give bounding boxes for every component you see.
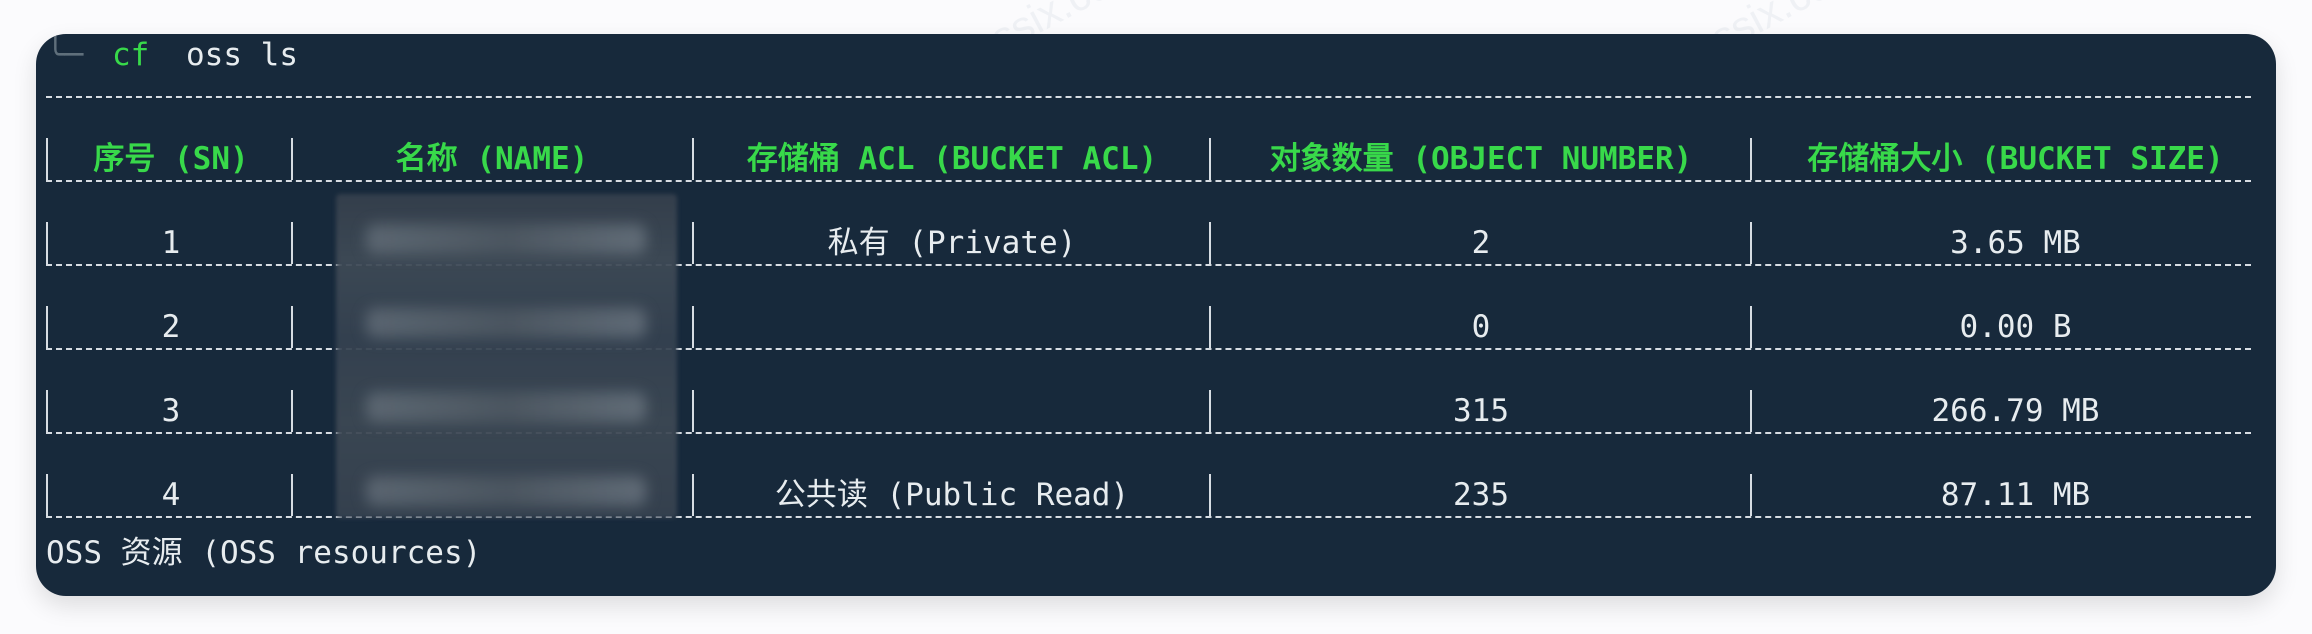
prompt-branch: ╰─ [46,37,84,73]
table-column-border [692,474,694,516]
header-bucket-size: 存储桶大小 (BUCKET SIZE) [1807,141,2224,177]
row-1-name [312,222,672,264]
screenshot-page: wiki.teamssix.com wiki.teamssix.com wiki… [0,0,2312,634]
table-column-border [1750,474,1752,516]
table-column-border [291,390,293,432]
table-column-border [291,222,293,264]
row-3-bucket-size: 266.79 MB [1931,393,2100,429]
row-2-acl [712,306,1192,348]
row-2-object-number: 0 [1471,309,1491,345]
row-2-name [312,306,672,348]
table-column-border [1209,390,1211,432]
terminal-content: ╰─ cf oss ls 序号 (SN) 名称 (NAME) 存储桶 ACL (… [46,34,2266,596]
row-4-acl: 公共读 (Public Read) [774,477,1130,513]
table-column-border [291,474,293,516]
row-1-bucket-size: 3.65 MB [1950,225,2081,261]
table-header-divider [46,180,2251,182]
row-1-acl: 私有 (Private) [827,225,1077,261]
row-1-sn: 1 [161,225,181,261]
table-column-border [1750,138,1752,180]
table-top-border [46,96,2251,98]
command-arguments: oss ls [186,37,298,73]
table-column-border [1209,474,1211,516]
row-3-sn: 3 [161,393,181,429]
table-column-border [291,138,293,180]
row-4-bucket-size: 87.11 MB [1940,477,2091,513]
command-line: ╰─ cf oss ls [46,34,298,76]
table-column-border [46,222,48,264]
table-column-border [692,138,694,180]
table-column-border [1750,306,1752,348]
table-column-border [692,306,694,348]
row-3-name [312,390,672,432]
command-name: cf [112,37,150,73]
header-object-number: 对象数量 (OBJECT NUMBER) [1269,141,1693,177]
table-column-border [1209,222,1211,264]
terminal-window: ╰─ cf oss ls 序号 (SN) 名称 (NAME) 存储桶 ACL (… [36,34,2276,596]
header-bucket-acl: 存储桶 ACL (BUCKET ACL) [746,141,1158,177]
row-2-sn: 2 [161,309,181,345]
table-column-border [1209,306,1211,348]
row-4-name [312,474,672,516]
row-1-object-number: 2 [1471,225,1491,261]
row-4-object-number: 235 [1453,477,1509,513]
table-column-border [46,306,48,348]
table-column-border [692,390,694,432]
header-name: 名称 (NAME) [395,141,589,177]
table-column-border [46,138,48,180]
table-column-border [1750,390,1752,432]
table-column-border [291,306,293,348]
table-column-border [46,390,48,432]
header-sn: 序号 (SN) [93,141,249,177]
table-column-border [1750,222,1752,264]
row-2-bucket-size: 0.00 B [1959,309,2072,345]
row-4-sn: 4 [161,477,181,513]
row-3-object-number: 315 [1453,393,1509,429]
table-caption: OSS 资源 (OSS resources) [46,535,482,571]
row-3-acl [712,390,1192,432]
table-column-border [46,474,48,516]
table-column-border [692,222,694,264]
table-column-border [1209,138,1211,180]
